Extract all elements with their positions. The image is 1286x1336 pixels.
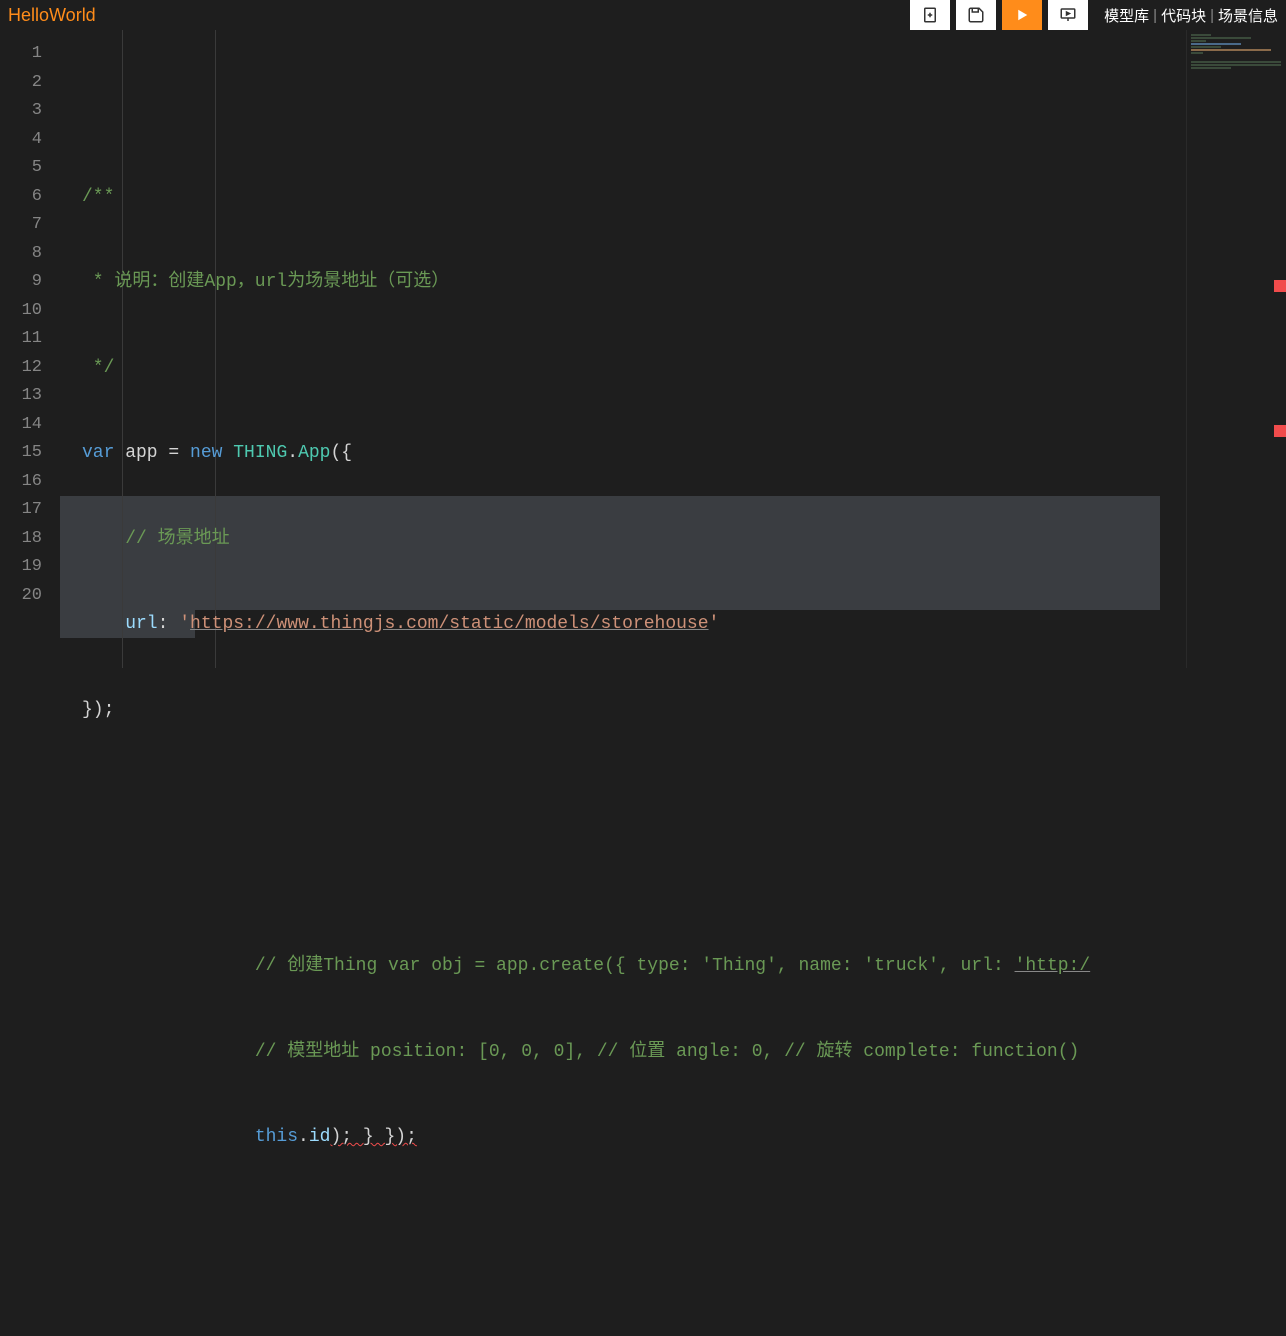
line-number: 3: [0, 97, 42, 126]
code-line: // 模型地址 position: [0, 0, 0], // 位置 angle…: [60, 1038, 1286, 1067]
header-tabs: 模型库 | 代码块 | 场景信息: [1104, 5, 1278, 26]
header-actions: 模型库 | 代码块 | 场景信息: [910, 0, 1278, 30]
indent-guide: [122, 30, 123, 668]
code-line: // 创建Thing var obj = app.create({ type: …: [60, 952, 1286, 981]
line-number: 11: [0, 325, 42, 354]
code-line: * 说明：创建App，url为场景地址（可选）: [60, 268, 1286, 297]
line-number: 16: [0, 468, 42, 497]
line-number: 5: [0, 154, 42, 183]
present-button[interactable]: [1048, 0, 1088, 30]
error-marker[interactable]: [1274, 280, 1286, 292]
line-number: 17: [0, 496, 42, 525]
line-number: 10: [0, 297, 42, 326]
line-number: 12: [0, 354, 42, 383]
line-number: 7: [0, 211, 42, 240]
present-icon: [1059, 6, 1077, 24]
save-icon: [967, 6, 985, 24]
minimap[interactable]: [1186, 30, 1286, 668]
code-line: [60, 1294, 1286, 1323]
code-line: [60, 867, 1286, 896]
new-file-button[interactable]: [910, 0, 950, 30]
tab-scene-info[interactable]: 场景信息: [1218, 5, 1278, 26]
line-number: 20: [0, 582, 42, 611]
code-line: // 场景地址: [60, 525, 1286, 554]
error-marker[interactable]: [1274, 425, 1286, 437]
indent-guide: [215, 30, 216, 668]
line-number: 18: [0, 525, 42, 554]
line-number: 19: [0, 553, 42, 582]
new-file-icon: [921, 6, 939, 24]
code-line: });: [60, 696, 1286, 725]
tab-separator: |: [1210, 7, 1214, 24]
line-number: 1: [0, 40, 42, 69]
line-number: 2: [0, 69, 42, 98]
line-number: 13: [0, 382, 42, 411]
code-content[interactable]: /** * 说明：创建App，url为场景地址（可选） */ var app =…: [60, 30, 1286, 668]
line-number: 4: [0, 126, 42, 155]
code-editor[interactable]: 1 2 3 4 5 6 7 8 9 10 11 12 13 14 15 16 1…: [0, 30, 1286, 668]
line-number-gutter: 1 2 3 4 5 6 7 8 9 10 11 12 13 14 15 16 1…: [0, 30, 60, 668]
tab-model-library[interactable]: 模型库: [1104, 5, 1149, 26]
code-line: [60, 781, 1286, 810]
run-button[interactable]: [1002, 0, 1042, 30]
tab-separator: |: [1153, 7, 1157, 24]
code-line: url: 'https://www.thingjs.com/static/mod…: [60, 610, 1286, 639]
line-number: 8: [0, 240, 42, 269]
code-line: var app = new THING.App({: [60, 439, 1286, 468]
line-number: 15: [0, 439, 42, 468]
line-number: 6: [0, 183, 42, 212]
code-line: [60, 1209, 1286, 1238]
tab-code-blocks[interactable]: 代码块: [1161, 5, 1206, 26]
code-line: /**: [60, 183, 1286, 212]
line-number: 9: [0, 268, 42, 297]
minimap-content: [1187, 30, 1286, 69]
line-number: 14: [0, 411, 42, 440]
code-line: this.id); } });: [60, 1123, 1286, 1152]
save-button[interactable]: [956, 0, 996, 30]
play-icon: [1013, 6, 1031, 24]
header: HelloWorld 模型库 | 代码块 | 场景信息: [0, 0, 1286, 30]
page-title: HelloWorld: [8, 5, 96, 26]
code-line: */: [60, 354, 1286, 383]
